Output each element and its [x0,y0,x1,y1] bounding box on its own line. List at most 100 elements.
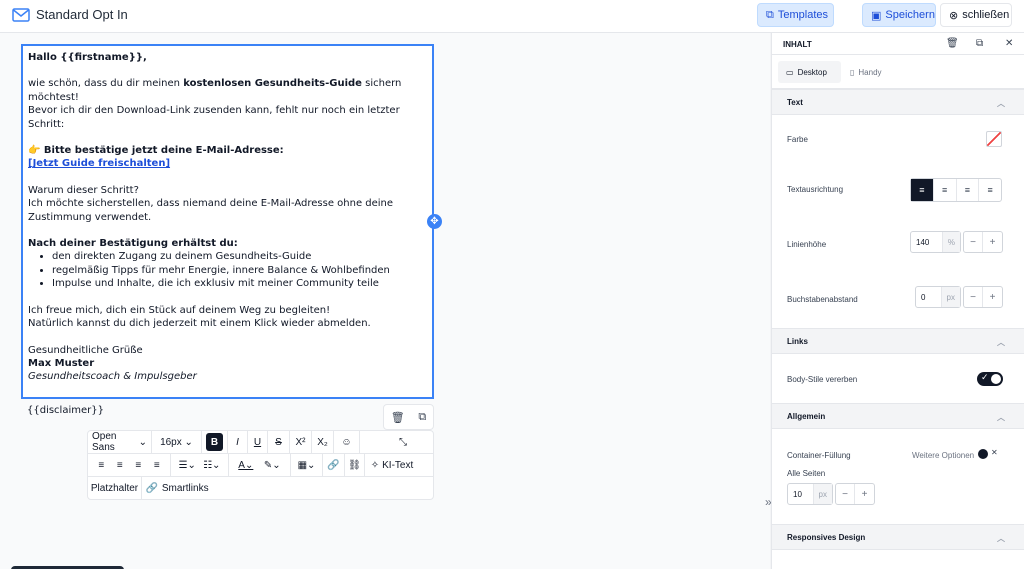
duplicate-icon[interactable]: ⧉ [418,411,426,424]
align-center-icon[interactable]: ≡ [934,179,957,201]
align-justify-icon[interactable]: ≡ [154,460,160,471]
save-label: Speichern [885,9,935,21]
mail-icon [12,7,30,22]
after-heading: Nach deiner Bestätigung erhältst du: [28,238,238,250]
close-icon[interactable]: ✕ [991,448,998,457]
intro-line-2: Bevor ich dir den Download-Link zusenden… [28,105,400,130]
tab-handy[interactable]: ▯ Handy [846,61,901,83]
align-left-icon[interactable]: ≡ [98,460,104,471]
letter-spacing-stepper[interactable]: − + [963,286,1003,308]
list-item: Impulse und Inhalte, die ich exklusiv mi… [52,277,427,290]
minus-icon: − [964,287,983,307]
intro-line-1: wie schön, dass du dir meinen kostenlose… [28,78,402,103]
text-color-icon[interactable]: A⌄ [238,460,253,471]
all-sides-label: Alle Seiten [787,469,826,478]
list-group: ☰⌄ ☷⌄ [171,453,229,477]
unlink-icon[interactable]: ⛓ [345,453,365,477]
align-justify-icon[interactable]: ≡ [979,179,1001,201]
panel-header: INHALT 🗑 ⧉ ✕ [772,33,1024,55]
padding-input[interactable]: 10 px [787,483,833,505]
trash-icon[interactable]: 🗑 [946,38,959,49]
section-allgemein[interactable]: Allgemein ︿ [772,403,1024,429]
close-circle-icon: ⊗ [949,9,959,22]
letter-spacing-input[interactable]: 0 px [915,286,961,308]
plus-icon: + [989,236,996,248]
text-align-label: Textausrichtung [787,185,844,194]
sender-name: Max Muster [28,357,95,369]
align-center-icon[interactable]: ≡ [117,460,123,471]
templates-button[interactable]: ⧉ Templates [757,3,834,27]
subscript-button[interactable]: X₂ [312,430,334,454]
why-line-2: Ich möchte sicherstellen, dass niemand d… [28,198,394,223]
color-swatch[interactable] [986,131,1002,147]
table-icon[interactable]: ▦⌄ [291,453,323,477]
align-right-icon[interactable]: ≡ [135,460,141,471]
superscript-button[interactable]: X² [290,430,312,454]
email-text-block[interactable]: Hallo {{firstname}}, wie schön, dass du … [21,44,434,399]
check-icon: ✓ [981,372,989,382]
chevron-down-icon: ⌄ [184,436,193,448]
editor-canvas: Hallo {{firstname}}, wie schön, dass du … [0,33,770,569]
minus-icon: − [836,484,855,504]
toolbar-row-1: Open Sans ⌄ 16px ⌄ B I U S X² X₂ ☺ ⤡ [88,430,433,454]
trash-icon[interactable]: 🗑 [391,411,405,424]
save-button[interactable]: ▣ Speichern [862,3,936,27]
section-links[interactable]: Links ︿ [772,328,1024,354]
chevron-up-icon: ︿ [997,99,1005,108]
greeting: Hallo {{firstname}}, [28,52,147,63]
close-button[interactable]: ⊗ schließen [940,3,1012,27]
regards: Gesundheitliche Grüße [28,344,143,356]
minus-icon: − [964,232,983,252]
padding-stepper[interactable]: − + [835,483,875,505]
closing-line-2: Natürlich kannst du dich jederzeit mit e… [28,318,371,330]
numbered-list-icon[interactable]: ☷⌄ [203,460,220,471]
collapse-toolbar-icon[interactable]: ⤡ [360,431,415,454]
bold-button[interactable]: B [202,430,228,454]
toolbar-row-2: ≡ ≡ ≡ ≡ ☰⌄ ☷⌄ A⌄ ✎⌄ ▦⌄ 🔗 ⛓ ✧ KI-Text [88,453,433,477]
tab-desktop[interactable]: ▭ Desktop [778,61,841,83]
letter-spacing-label: Buchstabenabstand [787,295,858,304]
line-height-label: Linienhöhe [787,240,827,249]
close-icon[interactable]: ✕ [1005,38,1013,49]
body-styles-toggle[interactable]: ✓ [977,372,1003,386]
font-family-select[interactable]: Open Sans ⌄ [88,430,152,454]
plus-icon: + [989,291,996,303]
line-height-input[interactable]: 140 % [910,231,961,253]
align-group: ≡ ≡ ≡ ≡ [88,453,171,477]
text-align-group: ≡ ≡ ≡ ≡ [910,178,1002,202]
underline-button[interactable]: U [248,430,268,454]
ai-sparkle-icon: ✧ [370,459,380,471]
emoji-icon[interactable]: ☺ [334,430,360,454]
device-tabs: ▭ Desktop ▯ Handy [772,55,1024,89]
highlight-icon[interactable]: ✎⌄ [264,460,281,471]
properties-panel: INHALT 🗑 ⧉ ✕ ▭ Desktop ▯ Handy Text ︿ Farbe… [771,33,1024,569]
line-height-stepper[interactable]: − + [963,231,1003,253]
plus-icon: + [861,488,868,500]
placeholder-button[interactable]: Platzhalter [88,477,142,500]
align-right-icon[interactable]: ≡ [957,179,980,201]
ai-text-button[interactable]: ✧ KI-Text [365,454,419,477]
link-icon: 🔗 [145,483,158,494]
strike-button[interactable]: S [268,430,290,454]
chevron-up-icon: ︿ [997,413,1005,422]
color-group: A⌄ ✎⌄ [229,453,291,477]
section-responsive[interactable]: Responsives Design ︿ [772,524,1024,550]
duplicate-icon[interactable]: ⧉ [976,38,983,49]
more-options-link[interactable]: Weitere Optionen [912,451,974,460]
confirm-heading: 👉 Bitte bestätige jetzt deine E-Mail-Adr… [28,145,284,157]
bullet-list-icon[interactable]: ☰⌄ [179,460,196,471]
align-left-icon[interactable]: ≡ [911,179,934,201]
more-options-dot[interactable] [978,449,988,459]
panel-title: INHALT [783,40,812,49]
top-bar: Standard Opt In ⧉ Templates ▣ Speichern … [0,0,1024,33]
confirm-link[interactable]: [Jetzt Guide freischalten] [28,158,170,169]
smartlinks-button[interactable]: 🔗 Smartlinks [142,477,212,500]
disclaimer-placeholder[interactable]: {{disclaimer}} [27,405,104,416]
list-item: den direkten Zugang zu deinem Gesundheit… [52,250,427,263]
move-handle-icon[interactable]: ✥ [427,214,442,229]
link-icon[interactable]: 🔗 [323,453,345,477]
italic-button[interactable]: I [228,430,248,454]
section-text[interactable]: Text ︿ [772,89,1024,115]
font-size-select[interactable]: 16px ⌄ [152,430,202,454]
save-icon: ▣ [871,9,882,22]
